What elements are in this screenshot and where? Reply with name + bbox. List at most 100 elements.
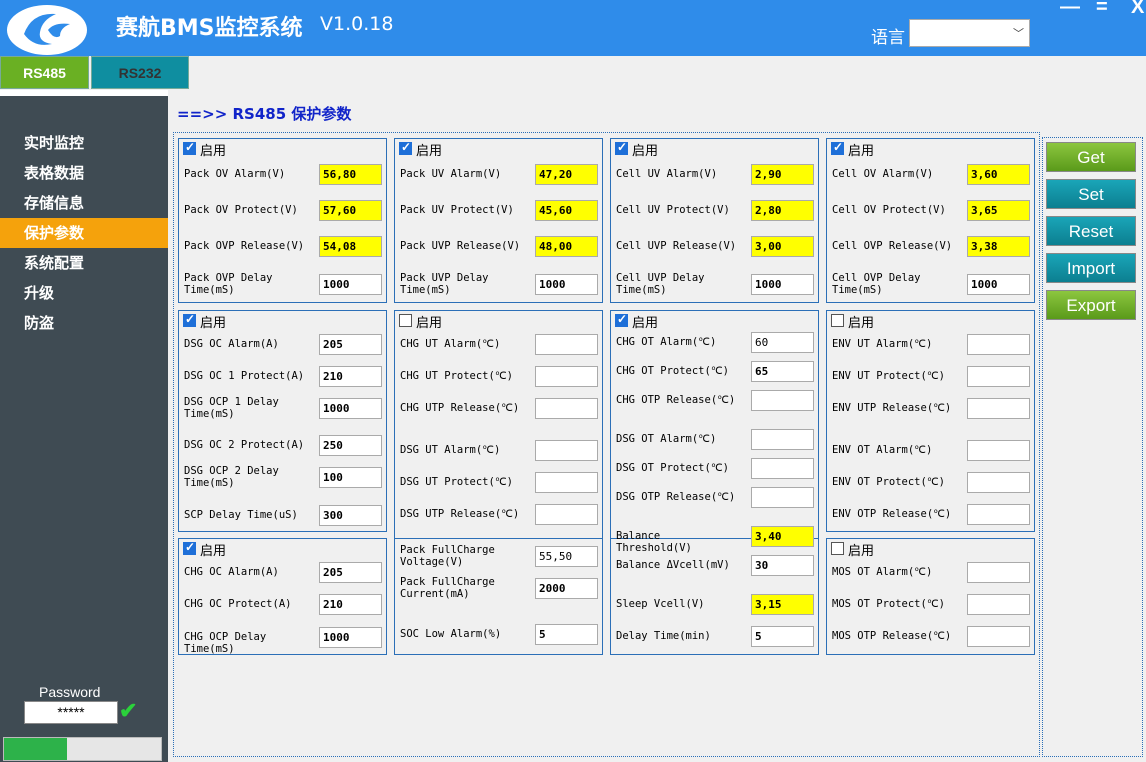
param-label: Cell UV Alarm(V) <box>616 168 718 180</box>
tab-rs232[interactable]: RS232 <box>91 56 189 89</box>
param-input[interactable]: 5 <box>535 624 598 645</box>
param-input[interactable]: 2,80 <box>751 200 814 221</box>
param-input[interactable] <box>535 472 598 493</box>
param-input[interactable]: 3,40 <box>751 526 814 547</box>
param-label: Cell UVP Delay Time(mS) <box>616 272 705 296</box>
param-input[interactable]: 1000 <box>751 274 814 295</box>
param-input[interactable]: 65 <box>751 361 814 382</box>
param-label: DSG OTP Release(℃) <box>616 491 736 503</box>
enable-checkbox[interactable] <box>183 540 196 555</box>
param-input[interactable]: 56,80 <box>319 164 382 185</box>
param-input[interactable]: 2000 <box>535 578 598 599</box>
param-input[interactable] <box>535 366 598 387</box>
param-input[interactable]: 210 <box>319 594 382 615</box>
sidebar-item-protection[interactable]: 保护参数 <box>0 218 168 248</box>
param-input[interactable]: 54,08 <box>319 236 382 257</box>
param-input[interactable] <box>967 594 1030 615</box>
sidebar-item-realtime[interactable]: 实时监控 <box>0 128 168 158</box>
param-input[interactable]: 5 <box>751 626 814 647</box>
param-input[interactable]: 205 <box>319 562 382 583</box>
param-label: Pack OV Alarm(V) <box>184 168 286 180</box>
param-input[interactable]: 3,65 <box>967 200 1030 221</box>
param-input[interactable] <box>967 440 1030 461</box>
param-input[interactable]: 48,00 <box>535 236 598 257</box>
param-input[interactable]: 100 <box>319 467 382 488</box>
param-input[interactable]: 2,90 <box>751 164 814 185</box>
param-input[interactable] <box>967 334 1030 355</box>
param-input[interactable]: 45,60 <box>535 200 598 221</box>
param-input[interactable]: 57,60 <box>319 200 382 221</box>
enable-checkbox[interactable] <box>183 312 196 327</box>
param-input[interactable]: 1000 <box>319 627 382 648</box>
enable-checkbox[interactable] <box>831 140 844 155</box>
sidebar-item-upgrade[interactable]: 升级 <box>0 278 168 308</box>
param-input[interactable] <box>751 429 814 450</box>
enable-checkbox[interactable] <box>831 314 844 327</box>
language-select[interactable]: ﹀ <box>909 19 1030 47</box>
param-input[interactable]: 1000 <box>319 274 382 295</box>
enable-label: 启用 <box>848 544 875 559</box>
param-input[interactable] <box>535 504 598 525</box>
param-input[interactable]: 3,15 <box>751 594 814 615</box>
enable-checkbox[interactable] <box>399 314 412 327</box>
get-button[interactable]: Get <box>1046 142 1136 172</box>
minimize-button[interactable]: — <box>1060 0 1080 19</box>
param-input[interactable]: 3,38 <box>967 236 1030 257</box>
sidebar-item-anti-theft[interactable]: 防盗 <box>0 308 168 338</box>
param-input[interactable]: 210 <box>319 366 382 387</box>
param-label: Cell OVP Delay Time(mS) <box>832 272 921 296</box>
password-input[interactable]: ***** <box>24 701 118 724</box>
param-input[interactable] <box>751 487 814 508</box>
param-input[interactable]: 1000 <box>967 274 1030 295</box>
param-input[interactable] <box>535 398 598 419</box>
param-label: MOS OT Alarm(℃) <box>832 566 933 578</box>
param-input[interactable]: 300 <box>319 505 382 526</box>
param-input[interactable] <box>967 472 1030 493</box>
param-input[interactable]: 1000 <box>319 398 382 419</box>
reset-button[interactable]: Reset <box>1046 216 1136 246</box>
connection-tab-bar: RS485 RS232 <box>0 56 1146 90</box>
enable-checkbox[interactable] <box>615 312 628 327</box>
sidebar-item-system-config[interactable]: 系统配置 <box>0 248 168 278</box>
param-input[interactable]: 60 <box>751 332 814 353</box>
maximize-button[interactable]: = <box>1096 0 1108 19</box>
param-input[interactable] <box>967 562 1030 583</box>
param-input[interactable]: 205 <box>319 334 382 355</box>
sidebar-item-table-data[interactable]: 表格数据 <box>0 158 168 188</box>
param-label: Cell UV Protect(V) <box>616 204 730 216</box>
param-input[interactable]: 55,50 <box>535 546 598 567</box>
param-label: Pack FullCharge Current(mA) <box>400 576 495 600</box>
param-input[interactable] <box>967 398 1030 419</box>
param-input[interactable]: 250 <box>319 435 382 456</box>
enable-checkbox[interactable] <box>615 140 628 155</box>
param-input[interactable] <box>535 334 598 355</box>
param-label: CHG UT Alarm(℃) <box>400 338 501 350</box>
param-input[interactable] <box>967 504 1030 525</box>
enable-checkbox[interactable] <box>183 140 196 155</box>
param-input[interactable]: 1000 <box>535 274 598 295</box>
param-input[interactable]: 3,60 <box>967 164 1030 185</box>
enable-label: 启用 <box>416 316 443 331</box>
import-button[interactable]: Import <box>1046 253 1136 283</box>
enable-checkbox[interactable] <box>399 140 412 155</box>
param-input[interactable]: 3,00 <box>751 236 814 257</box>
param-input[interactable] <box>535 440 598 461</box>
param-input[interactable]: 47,20 <box>535 164 598 185</box>
param-label: CHG OC Alarm(A) <box>184 566 279 578</box>
param-input[interactable] <box>967 366 1030 387</box>
param-label: ENV UTP Release(℃) <box>832 402 952 414</box>
set-button[interactable]: Set <box>1046 179 1136 209</box>
param-label: Delay Time(min) <box>616 630 711 642</box>
param-input[interactable] <box>751 390 814 411</box>
param-label: MOS OTP Release(℃) <box>832 630 952 642</box>
sidebar-item-storage[interactable]: 存储信息 <box>0 188 168 218</box>
tab-rs485[interactable]: RS485 <box>0 56 89 89</box>
enable-label: 启用 <box>632 144 659 159</box>
param-input[interactable]: 30 <box>751 555 814 576</box>
param-label: Pack UV Alarm(V) <box>400 168 502 180</box>
param-input[interactable] <box>751 458 814 479</box>
enable-checkbox[interactable] <box>831 542 844 555</box>
param-input[interactable] <box>967 626 1030 647</box>
close-button[interactable]: X <box>1131 0 1144 19</box>
export-button[interactable]: Export <box>1046 290 1136 320</box>
